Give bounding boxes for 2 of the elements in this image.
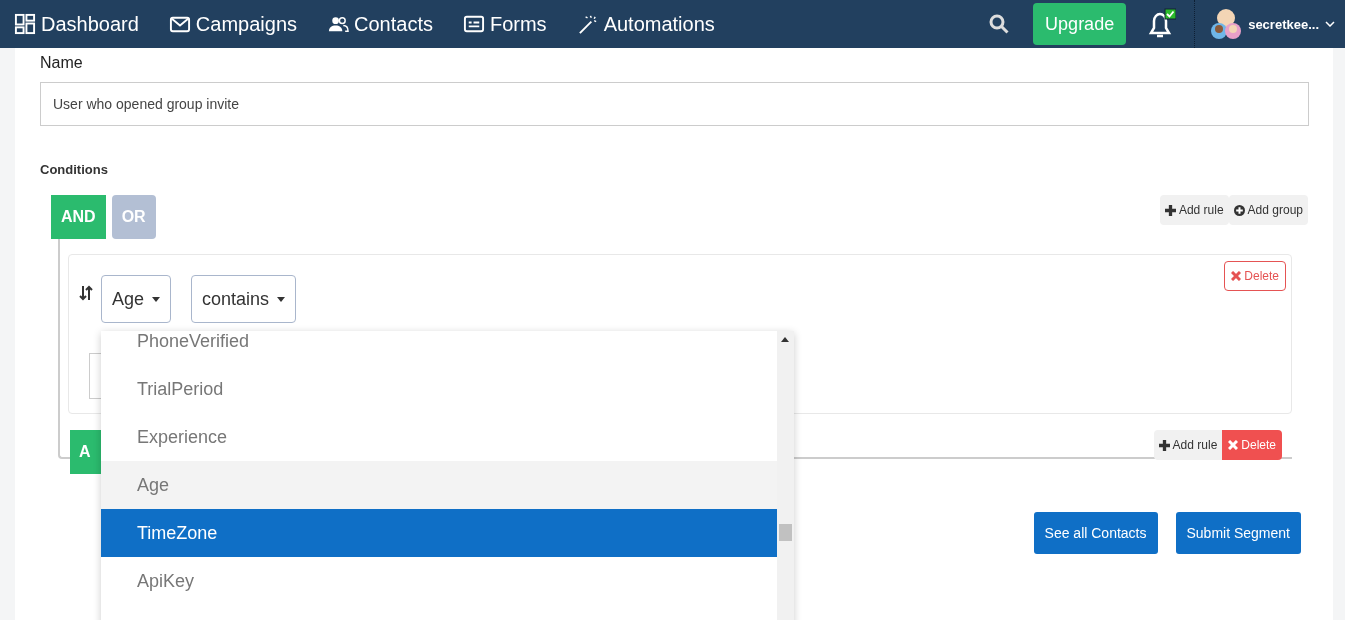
name-label: Name <box>40 53 84 72</box>
conditions-label: Conditions <box>40 162 109 177</box>
